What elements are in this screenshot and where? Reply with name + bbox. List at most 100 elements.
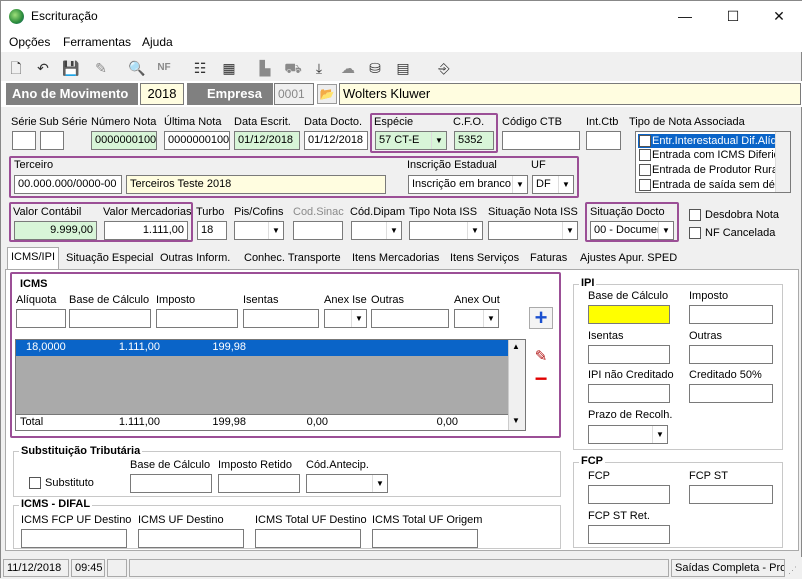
tab-situacao-especial[interactable]: Situação Especial [63, 249, 156, 269]
ipi-base-input[interactable] [588, 305, 670, 324]
icms-aliquota-input[interactable] [16, 309, 66, 328]
building-icon[interactable]: ▙ [255, 58, 275, 78]
cloud-icon[interactable]: ☁ [338, 58, 358, 78]
list-item[interactable]: Entrada com ICMS Diferido [638, 148, 786, 162]
valor-contabil-input[interactable]: 9.999,00 [14, 221, 97, 240]
checkbox[interactable] [639, 135, 651, 147]
sit-docto-select[interactable]: 00 - Documen ▼ [590, 221, 674, 240]
calculator-icon[interactable]: ▦ [219, 58, 239, 78]
list-item[interactable]: Entrada de saída sem débi [638, 178, 776, 192]
fcp-input[interactable] [588, 485, 670, 504]
subst-imposto-input[interactable] [218, 474, 300, 493]
ipi-isentas-input[interactable] [588, 345, 670, 364]
data-escrit-input[interactable]: 01/12/2018 [234, 131, 300, 150]
open-folder-icon[interactable]: 📂 [317, 84, 337, 104]
undo-icon[interactable]: ↶ [33, 58, 53, 78]
ano-input[interactable]: 2018 [140, 83, 184, 105]
difal-total-dest-input[interactable] [255, 529, 361, 548]
int-ctb-input[interactable] [586, 131, 621, 150]
tab-conhec-transporte[interactable]: Conhec. Transporte [241, 249, 344, 269]
data-docto-input[interactable]: 01/12/2018 [304, 131, 368, 150]
list-item[interactable]: Entrada de Produtor Rural [638, 163, 780, 177]
cod-sinac-input[interactable] [293, 221, 343, 240]
difal-fcp-input[interactable] [21, 529, 127, 548]
save-icon[interactable]: 💾 [61, 58, 81, 78]
fcp-st-label: FCP ST [689, 470, 728, 482]
menu-opcoes[interactable]: Opções [9, 35, 50, 49]
tab-faturas[interactable]: Faturas [527, 249, 570, 269]
add-plus-icon[interactable]: + [529, 307, 553, 329]
tipo-iss-select[interactable]: ▼ [409, 221, 483, 240]
grid-tool-icon[interactable]: ▤ [393, 58, 413, 78]
subst-cod-select[interactable]: ▼ [306, 474, 388, 493]
new-document-icon[interactable]: 🗋 [6, 58, 26, 78]
pis-cofins-select[interactable]: ▼ [234, 221, 284, 240]
numero-nota-input[interactable]: 0000000100 [91, 131, 157, 150]
sub-serie-input[interactable] [40, 131, 64, 150]
icms-anex-out-select[interactable]: ▼ [454, 309, 499, 328]
print-preview-icon[interactable]: 🔍 [127, 58, 147, 78]
serie-input[interactable] [12, 131, 36, 150]
nf-cancelada-checkbox[interactable] [689, 227, 701, 239]
tree-list-icon[interactable]: ☷ [190, 58, 210, 78]
minimize-button[interactable]: — [673, 5, 697, 27]
cfo-input[interactable]: 5352 [454, 131, 494, 150]
fcp-st-ret-input[interactable] [588, 525, 670, 544]
especie-select[interactable]: 57 CT-E ▼ [375, 131, 447, 150]
tab-icms-ipi[interactable]: ICMS/IPI [7, 247, 60, 269]
menu-ferramentas[interactable]: Ferramentas [63, 35, 131, 49]
grid-scrollbar[interactable]: ▲ ▼ [508, 340, 525, 430]
close-button[interactable]: ✕ [767, 5, 791, 27]
tab-itens-mercadorias[interactable]: Itens Mercadorias [349, 249, 442, 269]
eraser-icon[interactable]: ✎ [91, 58, 111, 78]
table-row[interactable]: 18,0000 1.111,00 199,98 [16, 340, 508, 356]
ie-select[interactable]: Inscrição em branco ▼ [408, 175, 528, 194]
resize-grip-icon[interactable]: ⋰ [788, 565, 797, 576]
valor-merc-input[interactable]: 1.111,00 [104, 221, 188, 240]
checkbox[interactable] [639, 149, 651, 161]
scroll-up-icon[interactable]: ▲ [512, 342, 520, 351]
nfe-icon[interactable]: NF [154, 58, 174, 78]
icms-base-input[interactable] [69, 309, 151, 328]
fcp-st-input[interactable] [689, 485, 773, 504]
empresa-code-input[interactable]: 0001 [274, 83, 314, 105]
ipi-cred50-input[interactable] [689, 384, 773, 403]
icms-imposto-input[interactable] [156, 309, 238, 328]
icms-outras-input[interactable] [371, 309, 449, 328]
coins-icon[interactable]: ⛁ [365, 58, 385, 78]
sit-iss-select[interactable]: ▼ [488, 221, 578, 240]
ipi-imposto-input[interactable] [689, 305, 773, 324]
list-item[interactable]: Entr.Interestadual Dif.Alíq. [638, 134, 780, 148]
maximize-button[interactable]: ☐ [721, 5, 745, 27]
tab-itens-servicos[interactable]: Itens Serviços [447, 249, 522, 269]
difal-dest-input[interactable] [138, 529, 244, 548]
tab-outras-inform[interactable]: Outras Inform. [157, 249, 233, 269]
menu-ajuda[interactable]: Ajuda [142, 35, 173, 49]
truck-icon[interactable]: ⛟ [283, 58, 303, 78]
substituto-checkbox[interactable] [29, 477, 41, 489]
remove-minus-icon[interactable]: − [529, 368, 553, 391]
turbo-input[interactable]: 18 [197, 221, 227, 240]
exit-door-icon[interactable]: ⎆ [434, 58, 454, 78]
ipi-outras-input[interactable] [689, 345, 773, 364]
list-scrollbar[interactable] [775, 132, 790, 192]
cod-dipam-select[interactable]: ▼ [351, 221, 402, 240]
uf-select[interactable]: DF ▼ [532, 175, 574, 194]
difal-total-orig-input[interactable] [372, 529, 478, 548]
scroll-down-icon[interactable]: ▼ [512, 416, 520, 425]
icms-isentas-input[interactable] [243, 309, 319, 328]
tab-ajustes-sped[interactable]: Ajustes Apur. SPED [577, 249, 680, 269]
tipo-nota-list[interactable]: Entr.Interestadual Dif.Alíq. Entrada com… [635, 131, 791, 193]
codigo-ctb-input[interactable] [502, 131, 580, 150]
icms-anex-ise-select[interactable]: ▼ [324, 309, 367, 328]
import-icon[interactable]: ⤓ [309, 58, 329, 78]
checkbox[interactable] [639, 164, 651, 176]
subst-base-input[interactable] [130, 474, 212, 493]
ipi-prazo-select[interactable]: ▼ [588, 425, 668, 444]
checkbox[interactable] [639, 179, 651, 191]
desdobra-checkbox[interactable] [689, 209, 701, 221]
ipi-nao-cred-input[interactable] [588, 384, 670, 403]
terceiro-cnpj-input[interactable]: 00.000.000/0000-00 [14, 175, 122, 194]
difal-total-dest-label: ICMS Total UF Destino [255, 514, 367, 526]
edit-pencil-icon[interactable]: ✎ [529, 346, 553, 368]
